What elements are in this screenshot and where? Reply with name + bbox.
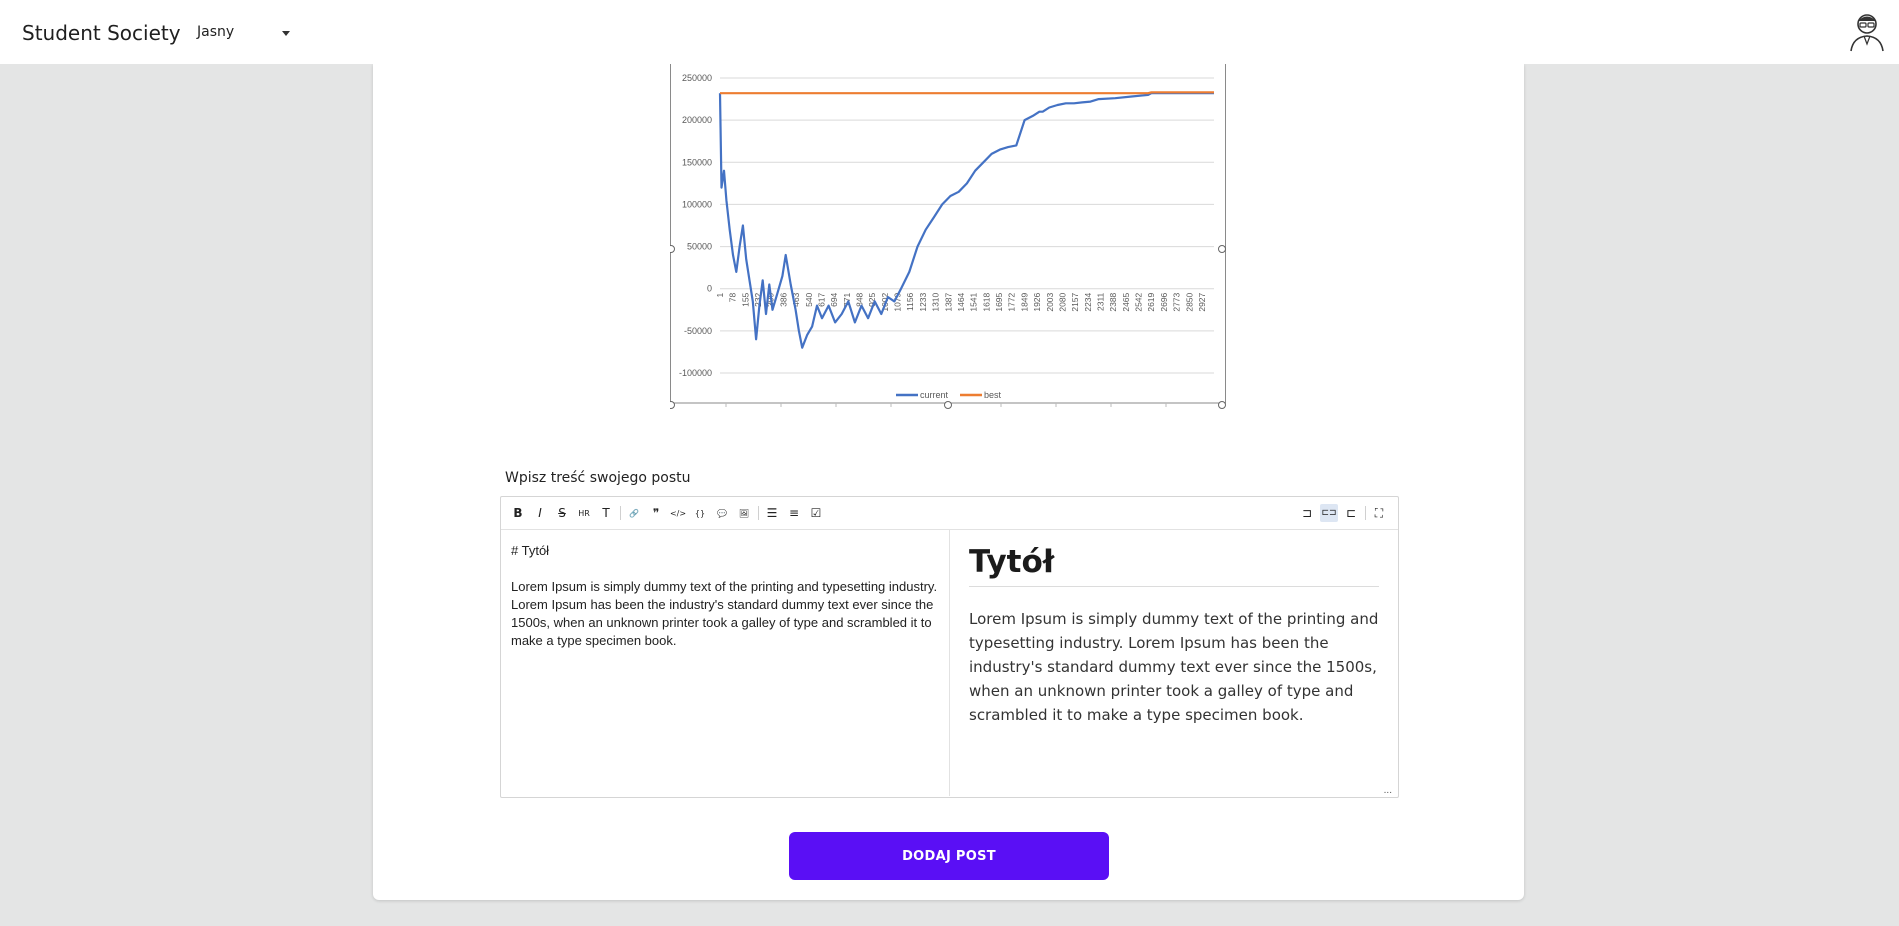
- x-tick-label: 2311: [1096, 292, 1106, 311]
- brand-title[interactable]: Student Society: [22, 21, 181, 45]
- x-tick-label: 540: [804, 292, 814, 306]
- x-tick-label: 2619: [1146, 292, 1156, 311]
- edit-mode-icon[interactable]: ⊐: [1298, 504, 1316, 522]
- hr-icon[interactable]: HR: [575, 504, 593, 522]
- x-tick-label: 1: [715, 292, 725, 297]
- split-mode-icon[interactable]: ⊏⊐: [1320, 504, 1338, 522]
- x-tick-label: 617: [816, 292, 826, 306]
- toolbar-separator: [620, 506, 621, 520]
- resize-handle: [944, 401, 952, 409]
- legend-label-current: current: [920, 390, 949, 400]
- x-tick-label: 2080: [1057, 292, 1067, 311]
- x-tick-label: 1156: [905, 292, 915, 311]
- add-post-button[interactable]: DODAJ POST: [789, 832, 1109, 880]
- markdown-editor: B I S HR T 🔗 ❞ </>{} 💬 🖼 ☰ ≡ ☑ ⊐ ⊏⊐ ⊏ ⛶ # Tytół Lorem Ip…: [500, 496, 1399, 798]
- resize-handle: [1218, 401, 1226, 409]
- comment-icon[interactable]: 💬: [713, 504, 731, 522]
- checklist-icon[interactable]: ☑: [807, 504, 825, 522]
- x-tick-label: 1541: [969, 292, 979, 311]
- top-navbar: Student Society Jasny: [0, 0, 1899, 64]
- preview-body-text: Lorem Ipsum is simply dummy text of the …: [969, 610, 1379, 724]
- x-tick-label: 2850: [1184, 292, 1194, 311]
- x-tick-label: 386: [778, 292, 788, 306]
- x-tick-label: 2234: [1083, 292, 1093, 311]
- x-tick-label: 1233: [918, 292, 928, 311]
- y-tick-label: 150000: [682, 157, 712, 167]
- x-tick-label: 1926: [1032, 292, 1042, 311]
- bold-icon[interactable]: B: [509, 504, 527, 522]
- x-tick-label: 1695: [994, 292, 1004, 311]
- editor-source-pane[interactable]: # Tytół Lorem Ipsum is simply dummy text…: [501, 530, 950, 796]
- x-tick-label: 2003: [1045, 292, 1055, 311]
- chevron-down-icon[interactable]: [282, 31, 290, 36]
- x-tick-label: 1387: [943, 292, 953, 311]
- post-content-label: Wpisz treść swojego postu: [505, 470, 691, 486]
- y-tick-label: 250000: [682, 73, 712, 83]
- x-tick-label: 1849: [1019, 292, 1029, 311]
- x-tick-label: 1618: [981, 292, 991, 311]
- x-tick-label: 2696: [1159, 292, 1169, 311]
- y-tick-label: 200000: [682, 115, 712, 125]
- resize-handle: [670, 401, 675, 409]
- x-tick-label: 2157: [1070, 292, 1080, 311]
- x-tick-label: 1464: [956, 292, 966, 311]
- image-icon[interactable]: 🖼: [735, 504, 753, 522]
- editor-toolbar: B I S HR T 🔗 ❞ </>{} 💬 🖼 ☰ ≡ ☑ ⊐ ⊏⊐ ⊏ ⛶: [501, 497, 1398, 530]
- code-icon[interactable]: </>: [669, 504, 687, 522]
- y-tick-label: -50000: [684, 326, 712, 336]
- chart-frame: [670, 64, 1226, 404]
- x-tick-label: 1772: [1007, 292, 1017, 311]
- x-tick-label: 2388: [1108, 292, 1118, 311]
- editor-preview-pane: Tytół Lorem Ipsum is simply dummy text o…: [950, 530, 1398, 796]
- source-heading-line: # Tytół: [511, 543, 550, 558]
- x-tick-label: 2773: [1172, 292, 1182, 311]
- link-icon[interactable]: 🔗: [625, 504, 643, 522]
- x-tick-label: 1310: [931, 292, 941, 311]
- code-block-icon[interactable]: {}: [691, 504, 709, 522]
- x-tick-label: 694: [829, 292, 839, 306]
- preview-heading: Tytół: [969, 544, 1379, 587]
- fullscreen-icon[interactable]: ⛶: [1370, 504, 1388, 522]
- legend-label-best: best: [984, 390, 1002, 400]
- x-tick-label: 2542: [1134, 292, 1144, 311]
- y-tick-label: -100000: [679, 368, 712, 378]
- resize-handle-icon[interactable]: ...: [1384, 785, 1392, 796]
- quote-icon[interactable]: ❞: [647, 504, 665, 522]
- toolbar-separator: [1365, 506, 1366, 520]
- theme-select[interactable]: Jasny: [197, 24, 234, 40]
- strikethrough-icon[interactable]: S: [553, 504, 571, 522]
- preview-mode-icon[interactable]: ⊏: [1342, 504, 1360, 522]
- x-tick-label: 2465: [1121, 292, 1131, 311]
- source-body-text: Lorem Ipsum is simply dummy text of the …: [511, 579, 938, 648]
- unordered-list-icon[interactable]: ☰: [763, 504, 781, 522]
- series-line-best: [720, 91, 1214, 95]
- y-tick-label: 100000: [682, 199, 712, 209]
- resize-handle: [670, 245, 675, 253]
- x-tick-label: 78: [728, 292, 738, 302]
- y-tick-label: 0: [707, 284, 712, 294]
- x-tick-label: 155: [740, 292, 750, 306]
- resize-handle: [1218, 245, 1226, 253]
- embedded-chart-image: 250000 200000 150000 100000 50000 0 -50000 -100…: [670, 64, 1226, 409]
- title-icon[interactable]: T: [597, 504, 615, 522]
- y-tick-label: 50000: [687, 242, 712, 252]
- italic-icon[interactable]: I: [531, 504, 549, 522]
- x-tick-label: 848: [855, 292, 865, 306]
- avatar-icon[interactable]: [1847, 10, 1887, 52]
- toolbar-separator: [758, 506, 759, 520]
- x-tick-label: 2927: [1197, 292, 1207, 311]
- ordered-list-icon[interactable]: ≡: [785, 504, 803, 522]
